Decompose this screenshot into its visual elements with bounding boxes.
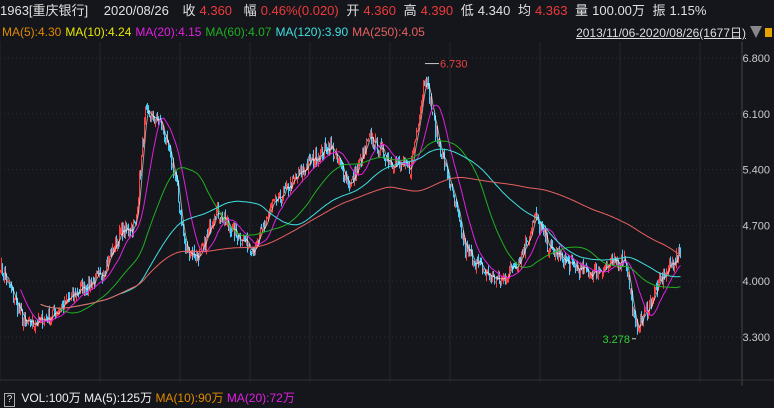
open-label: 开 — [346, 3, 360, 18]
vol-ma5: MA(5):125万 — [84, 391, 153, 405]
vol-ma10: MA(10):90万 — [155, 391, 224, 405]
ma-legend: MA(5):4.30 MA(10):4.24 MA(20):4.15 MA(60):4… — [2, 24, 429, 40]
lock-icon[interactable] — [765, 28, 772, 37]
amplitude-value: 1.15% — [669, 3, 707, 18]
low-label: 低 — [460, 3, 474, 18]
amplitude-label: 振 — [652, 3, 666, 18]
volume-legend: ? VOL:100万 MA(5):125万 MA(10):90万 MA(20):… — [4, 389, 295, 407]
ma-legend-item: MA(5):4.30 — [2, 25, 62, 39]
dropdown-triangle-icon[interactable] — [750, 26, 762, 38]
change-value: 0.46%(0.020) — [260, 3, 339, 18]
vol-value: VOL:100万 — [21, 391, 81, 405]
volume-label: 量 — [575, 3, 589, 18]
date-range[interactable]: 2013/11/06-2020/08/26(1677日) — [576, 24, 746, 41]
ma-line-20 — [20, 104, 681, 323]
ma-legend-item: MA(10):4.24 — [65, 25, 132, 39]
change-label: 幅 — [243, 3, 257, 18]
vol-ma20: MA(20):72万 — [226, 391, 295, 405]
y-tick-label: 6.800 — [742, 53, 770, 65]
avg-value: 4.363 — [534, 3, 568, 18]
ma-line-120 — [40, 148, 681, 309]
close-label: 收 — [182, 3, 196, 18]
quote-header: 1963[重庆银行] 2020/08/26 收 4.360 幅 0.46%(0.02… — [0, 0, 774, 22]
close-value: 4.360 — [199, 3, 233, 18]
y-tick-label: 5.400 — [742, 165, 770, 177]
stock-code: 1963[重庆银行] — [0, 3, 89, 18]
ma-line-60 — [40, 140, 681, 314]
ma-line-5 — [5, 82, 681, 329]
kline-chart[interactable]: 6.800 6.100 5.400 4.700 4.000 3.300 6.730 3.278 — [0, 42, 774, 386]
open-value: 4.360 — [363, 3, 396, 18]
avg-label: 均 — [517, 3, 531, 18]
y-tick-label: 6.100 — [742, 109, 770, 121]
ma-legend-item: MA(60):4.07 — [205, 25, 272, 39]
high-value: 4.390 — [420, 3, 454, 18]
volume-value: 100.00万 — [592, 3, 645, 18]
ma-legend-item: MA(250):4.05 — [352, 25, 425, 39]
high-label: 高 — [403, 3, 417, 18]
low-value: 4.340 — [477, 3, 511, 18]
ma-legend-item: MA(20):4.15 — [135, 25, 202, 39]
ma-line-250 — [40, 177, 681, 309]
y-tick-label: 4.000 — [742, 276, 770, 288]
y-tick-label: 3.300 — [742, 332, 770, 344]
ma-legend-item: MA(120):3.90 — [275, 25, 349, 39]
help-icon[interactable]: ? — [4, 393, 15, 407]
max-price-label: 6.730 — [440, 59, 468, 71]
min-price-label: 3.278 — [602, 334, 630, 346]
quote-date: 2020/08/26 — [103, 3, 169, 18]
y-tick-label: 4.700 — [742, 220, 770, 232]
